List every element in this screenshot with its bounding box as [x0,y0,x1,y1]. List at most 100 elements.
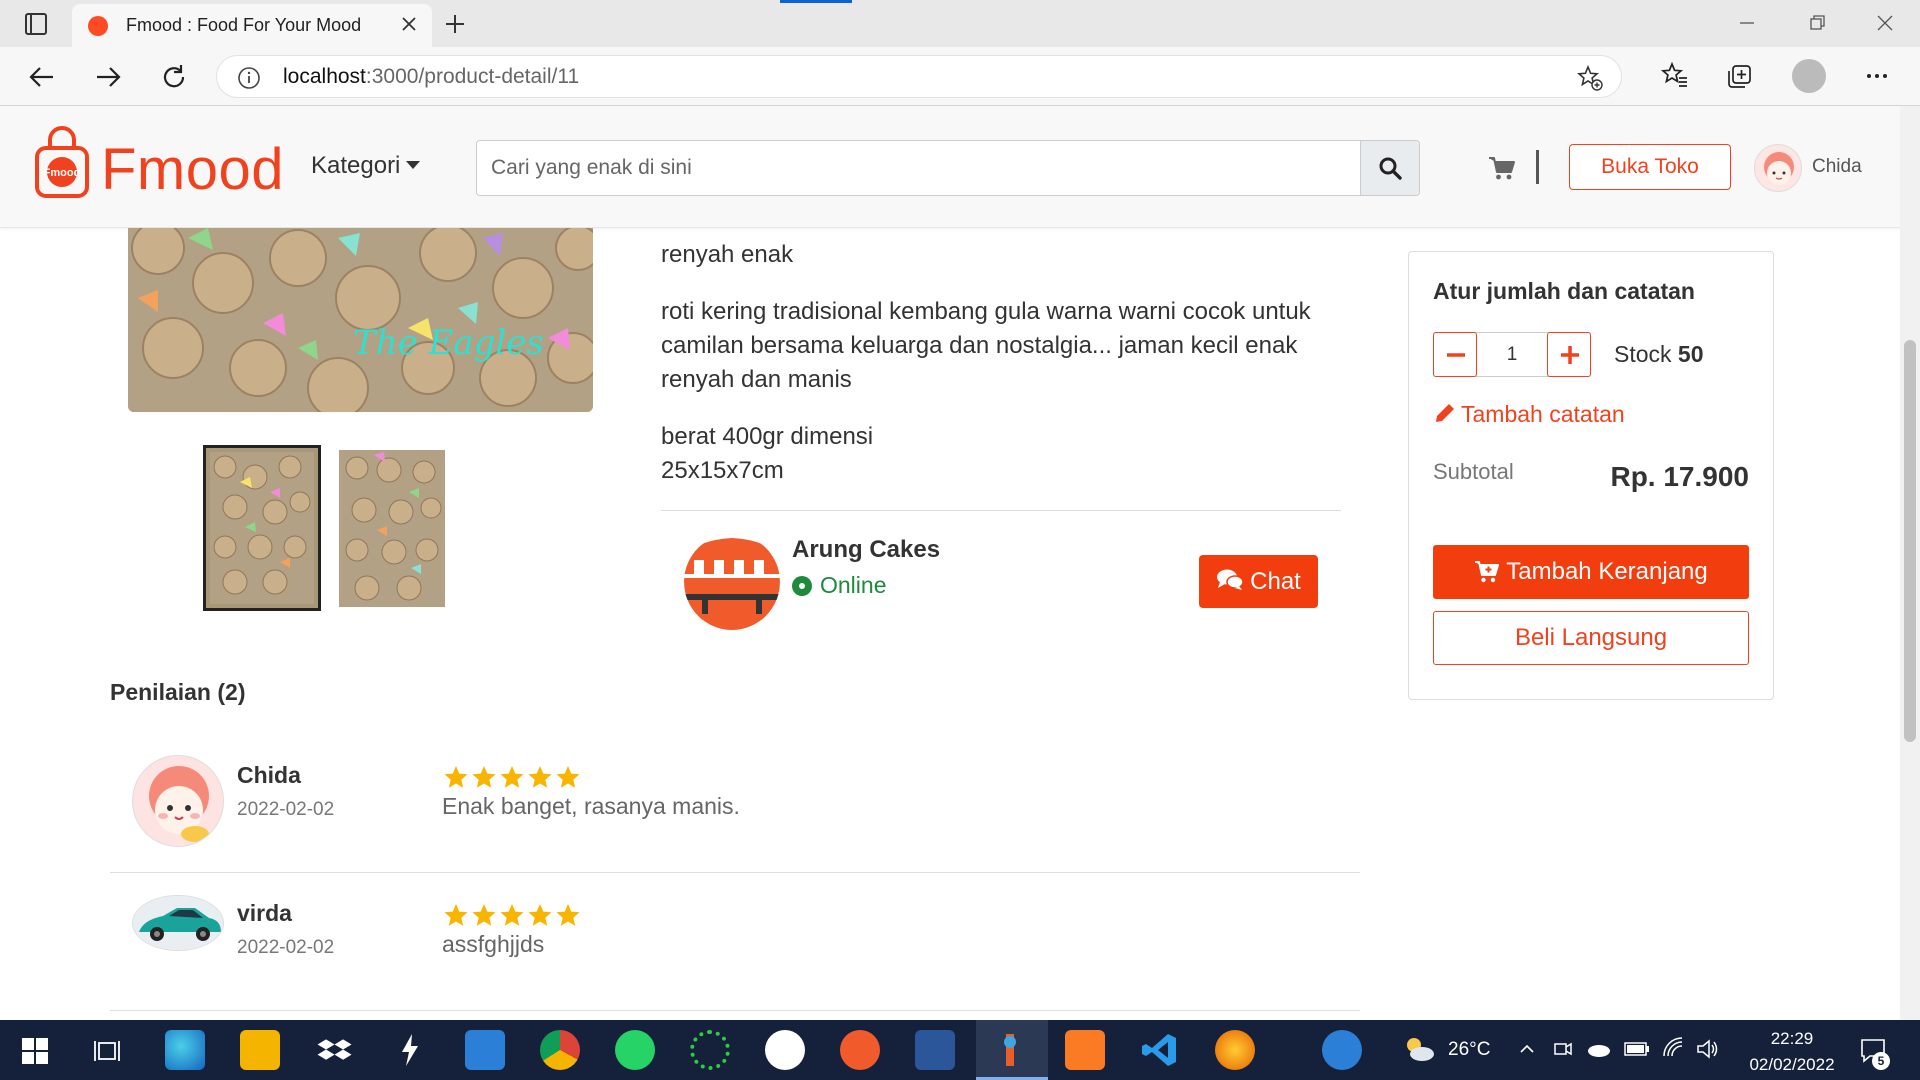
rating-stars [443,903,581,928]
buy-now-button[interactable]: Beli Langsung [1433,611,1749,665]
new-tab-icon[interactable] [444,13,466,35]
kategori-dropdown[interactable]: Kategori [311,152,421,180]
page-scrollbar-thumb[interactable] [1904,340,1916,742]
forward-icon[interactable] [94,63,122,91]
app-taskbar-icon[interactable] [765,1030,805,1070]
open-shop-button[interactable]: Buka Toko [1569,144,1731,190]
collections-icon[interactable] [1724,61,1754,91]
close-tab-icon[interactable] [400,15,418,33]
quantity-input[interactable]: 1 [1478,333,1546,376]
xampp-taskbar-icon[interactable] [1065,1030,1105,1070]
thumbnail-image [210,452,314,604]
chat-bubbles-icon [1217,569,1244,590]
thumbnail-2[interactable] [339,450,445,607]
tab-title: Fmood : Food For Your Mood [126,15,362,35]
dropbox-taskbar-icon[interactable] [315,1030,355,1070]
task-view-icon[interactable] [94,1038,120,1064]
cart-plus-icon [1475,561,1500,583]
browser-tab-bar: Fmood : Food For Your Mood [0,0,1920,47]
app-taskbar-icon[interactable] [690,1030,730,1070]
reviewer-avatar [132,895,224,951]
add-to-cart-button[interactable]: Tambah Keranjang [1433,545,1749,599]
review-divider [110,1010,1360,1011]
shop-avatar[interactable] [684,534,780,630]
shop-status-text: Online [820,572,887,598]
reviewer-avatar [132,755,224,847]
whatsapp-taskbar-icon[interactable] [615,1030,655,1070]
tray-chevron-up-icon[interactable] [1518,1040,1536,1058]
description-paragraph: renyah enak [661,241,794,268]
url-host: localhost [283,65,366,88]
rating-stars [443,765,581,790]
minus-icon [1447,353,1465,357]
svg-text:Fmood: Fmood [44,167,81,179]
app-glyph [1004,1034,1016,1066]
more-options-icon[interactable] [1862,61,1892,91]
reviewer-name: virda [237,900,292,926]
firefox-taskbar-icon[interactable] [1215,1030,1255,1070]
site-header: Fmood Fmood Kategori Buka Toko Chida [0,106,1900,228]
chat-label: Chat [1250,568,1301,595]
search-box [476,140,1420,196]
url-field[interactable]: localhost:3000/product-detail/11 [216,55,1622,98]
help-taskbar-icon[interactable] [1322,1030,1362,1070]
clock-time: 22:29 [1770,1029,1814,1048]
app-taskbar-icon[interactable] [390,1030,430,1070]
product-main-image[interactable]: The Eagles [128,228,593,412]
star-icon [556,904,580,926]
site-info-icon[interactable] [237,66,261,90]
url-text: localhost:3000/product-detail/11 [283,65,579,89]
fmood-logo-icon[interactable]: Fmood [34,126,90,200]
app-taskbar-icon[interactable] [840,1030,880,1070]
purchase-card: Atur jumlah dan catatan 1 Stock 50 Tamba… [1408,251,1774,700]
onedrive-icon[interactable] [1586,1038,1612,1060]
user-avatar-illustration [1764,152,1794,185]
temperature[interactable]: 26°C [1448,1039,1490,1061]
minimize-window-icon[interactable] [1736,12,1758,34]
taskbar-clock[interactable]: 22:29 02/02/2022 [1740,1026,1844,1078]
user-name[interactable]: Chida [1812,156,1862,178]
wifi-icon[interactable] [1662,1036,1686,1060]
app-taskbar-icon[interactable] [990,1030,1030,1070]
search-input[interactable] [477,141,1361,195]
chat-button[interactable]: Chat [1199,555,1318,608]
edge-taskbar-icon[interactable] [165,1030,205,1070]
user-avatar[interactable] [1754,144,1802,192]
star-icon [528,904,552,926]
volume-icon[interactable] [1696,1038,1720,1060]
browser-profile-avatar[interactable] [1792,59,1826,93]
refresh-icon[interactable] [160,63,188,91]
image-watermark: The Eagles [353,323,544,363]
meet-now-icon[interactable] [1552,1038,1574,1060]
decrease-quantity-button[interactable] [1433,332,1477,377]
word-taskbar-icon[interactable] [915,1030,955,1070]
close-window-icon[interactable] [1874,12,1896,34]
weather-icon[interactable] [1402,1034,1436,1064]
windows-start-icon[interactable] [22,1038,48,1064]
add-note-link[interactable]: Tambah catatan [1433,401,1625,428]
mail-taskbar-icon[interactable] [465,1030,505,1070]
tab-actions-icon[interactable] [14,10,58,38]
battery-icon[interactable] [1624,1040,1650,1058]
thumbnail-1-selected[interactable] [203,445,321,611]
star-icon [556,766,580,788]
clock-date: 02/02/2022 [1749,1055,1835,1074]
chrome-taskbar-icon[interactable] [540,1030,580,1070]
file-explorer-taskbar-icon[interactable] [240,1030,280,1070]
search-button[interactable] [1360,141,1419,195]
browser-tab-active[interactable]: Fmood : Food For Your Mood [72,4,432,47]
back-icon[interactable] [28,63,56,91]
add-favorite-icon[interactable] [1577,65,1603,91]
restore-window-icon[interactable] [1806,12,1828,34]
favorites-icon[interactable] [1660,61,1690,91]
vscode-taskbar-icon[interactable] [1140,1030,1180,1070]
shop-name[interactable]: Arung Cakes [792,536,940,564]
star-icon [500,904,524,926]
reviews-heading: Penilaian (2) [110,679,246,705]
thumbnail-photo [339,450,445,607]
plus-icon [1561,346,1579,364]
star-icon [500,766,524,788]
increase-quantity-button[interactable] [1547,332,1591,377]
cart-icon[interactable] [1488,154,1516,182]
brand-name[interactable]: Fmood [101,136,284,203]
